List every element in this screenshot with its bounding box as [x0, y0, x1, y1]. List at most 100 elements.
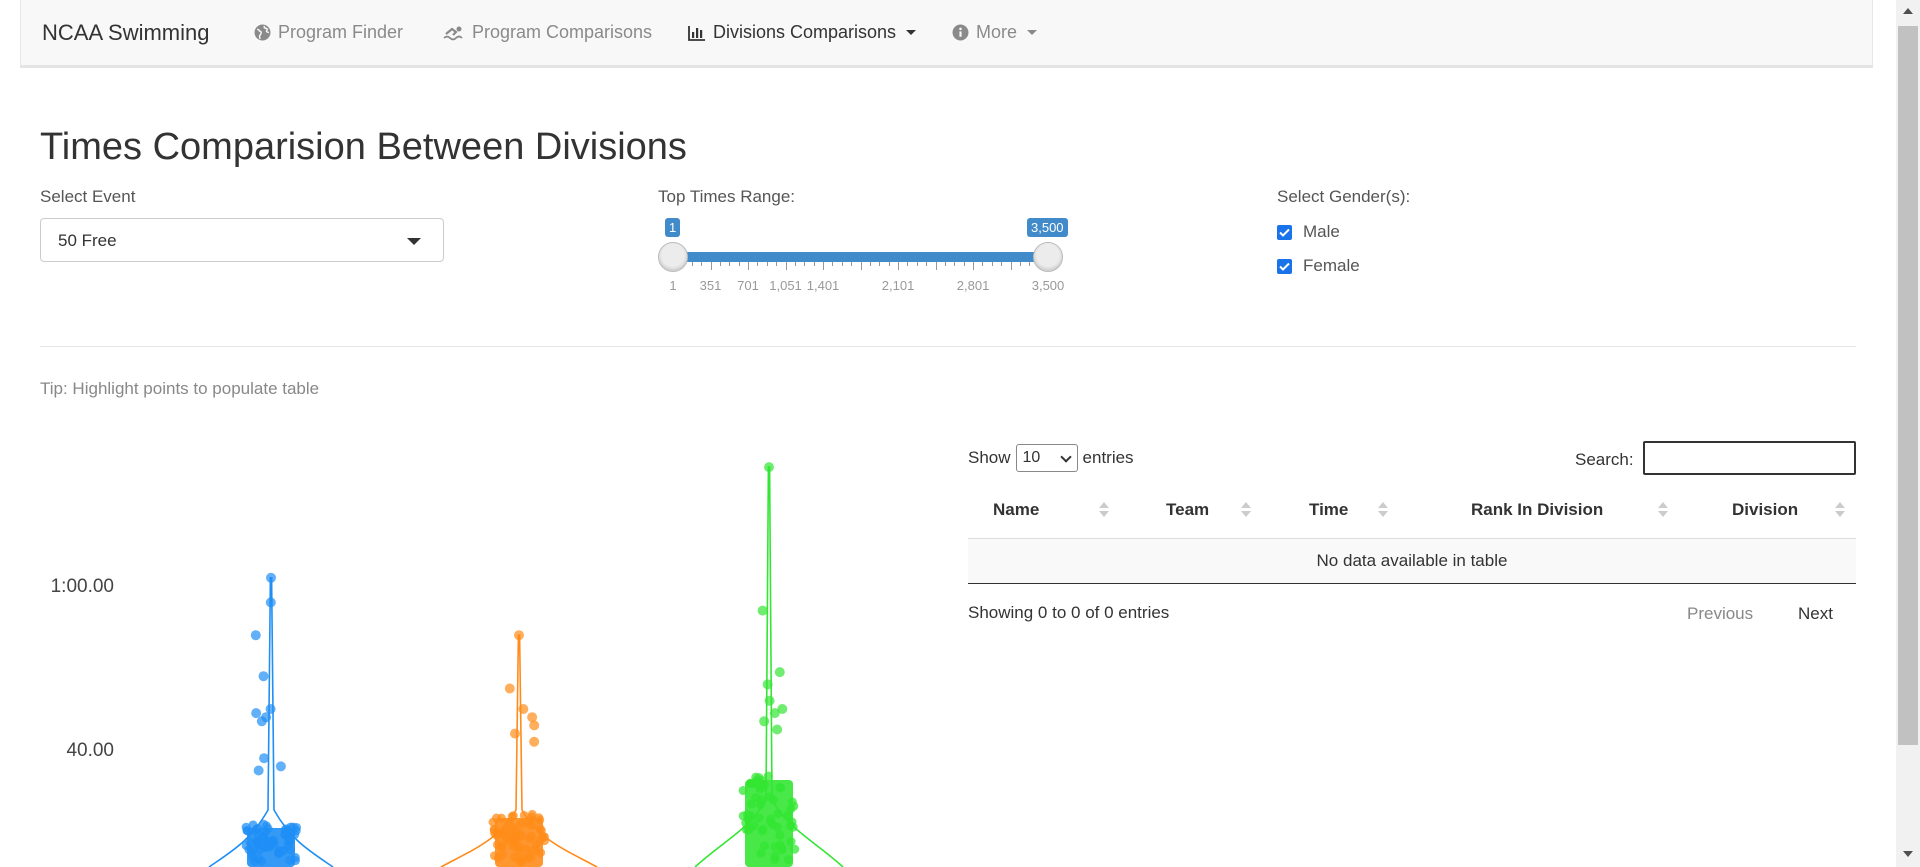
sort-icon[interactable] [1099, 500, 1109, 520]
data-point[interactable] [514, 845, 524, 855]
nav-item-divisions-comparisons[interactable]: Divisions Comparisons [688, 22, 917, 43]
data-point-outlier[interactable] [265, 597, 276, 608]
checkmark-icon[interactable] [1277, 258, 1292, 274]
data-point[interactable] [755, 800, 765, 810]
sort-icon[interactable] [1835, 500, 1845, 520]
data-point[interactable] [526, 852, 536, 862]
column-header-rank-in-division[interactable]: Rank In Division [1471, 500, 1603, 520]
scroll-up-arrow-icon[interactable] [1903, 8, 1913, 14]
data-point[interactable] [766, 814, 776, 824]
data-point[interactable] [241, 822, 251, 832]
data-point[interactable] [765, 792, 775, 802]
data-point[interactable] [525, 833, 535, 843]
data-point[interactable] [264, 842, 274, 852]
data-point[interactable] [508, 811, 518, 821]
data-point-outlier[interactable] [275, 761, 286, 772]
data-point[interactable] [283, 828, 293, 838]
pagination-previous-button[interactable]: Previous [1687, 604, 1753, 624]
checkbox-male[interactable]: Male [1277, 222, 1340, 242]
data-point[interactable] [285, 855, 295, 865]
data-point[interactable] [535, 815, 545, 825]
data-point[interactable] [783, 855, 793, 865]
sort-icon[interactable] [1378, 500, 1388, 520]
data-point-outlier[interactable] [764, 462, 774, 473]
event-select[interactable]: 50 Free [40, 218, 444, 262]
data-point-outlier[interactable] [757, 605, 768, 616]
nav-item-program-comparisons[interactable]: Program Comparisons [443, 22, 652, 43]
data-point-outlier[interactable] [772, 724, 783, 735]
data-point[interactable] [503, 835, 513, 845]
data-point[interactable] [260, 827, 270, 837]
data-point[interactable] [738, 811, 748, 821]
data-point[interactable] [786, 837, 796, 847]
data-point[interactable] [759, 780, 769, 790]
data-point[interactable] [526, 815, 536, 825]
data-point-outlier[interactable] [256, 716, 267, 727]
data-point-outlier[interactable] [529, 720, 540, 731]
data-point[interactable] [490, 828, 500, 838]
scrollbar-thumb[interactable] [1898, 26, 1918, 745]
data-point-outlier[interactable] [759, 716, 770, 727]
top-times-range-slider[interactable]: 1 3,500 1 351 701 1,051 1,401 2,101 2,801 3,500 [658, 218, 1068, 298]
data-point-outlier[interactable] [504, 683, 515, 694]
data-point[interactable] [259, 819, 269, 829]
nav-item-program-finder[interactable]: Program Finder [254, 22, 403, 43]
data-point[interactable] [775, 830, 785, 840]
chart-svg[interactable]: 1:00.00 40.00 [40, 440, 940, 867]
data-point[interactable] [490, 851, 500, 861]
data-point[interactable] [772, 822, 782, 832]
checkbox-female[interactable]: Female [1277, 256, 1360, 276]
sort-icon[interactable] [1241, 500, 1251, 520]
data-point[interactable] [756, 848, 766, 858]
navbar-brand[interactable]: NCAA Swimming [42, 20, 209, 46]
data-point[interactable] [745, 823, 755, 833]
data-point[interactable] [754, 813, 764, 823]
data-point-outlier[interactable] [258, 671, 269, 682]
data-point[interactable] [787, 797, 797, 807]
data-point[interactable] [773, 809, 783, 819]
data-point[interactable] [518, 853, 528, 863]
table-length-select[interactable]: 10 [1015, 444, 1078, 472]
divisions-violin-chart[interactable]: 1:00.00 40.00 [40, 440, 940, 867]
data-point[interactable] [763, 771, 773, 781]
nav-item-more[interactable]: More [952, 22, 1038, 43]
data-point[interactable] [787, 817, 797, 827]
data-point[interactable] [751, 793, 761, 803]
checkmark-icon[interactable] [1277, 224, 1292, 240]
data-point[interactable] [500, 826, 510, 836]
data-point-outlier[interactable] [762, 679, 773, 690]
data-point-outlier[interactable] [259, 753, 270, 764]
data-point[interactable] [535, 824, 545, 834]
vertical-scrollbar[interactable] [1896, 0, 1920, 867]
data-point[interactable] [770, 855, 780, 865]
data-point[interactable] [283, 840, 293, 850]
table-search-input[interactable] [1643, 441, 1856, 475]
data-point-outlier[interactable] [769, 708, 780, 719]
data-point[interactable] [496, 813, 506, 823]
column-header-name[interactable]: Name [993, 500, 1039, 520]
data-point-outlier[interactable] [250, 630, 261, 641]
data-point-outlier[interactable] [514, 630, 524, 641]
data-point-outlier[interactable] [764, 695, 775, 706]
data-point[interactable] [292, 822, 302, 832]
data-point-outlier[interactable] [509, 728, 520, 739]
column-header-team[interactable]: Team [1166, 500, 1209, 520]
slider-min-handle[interactable] [658, 242, 688, 272]
column-header-division[interactable]: Division [1732, 500, 1798, 520]
data-point-outlier[interactable] [253, 765, 264, 776]
data-point[interactable] [738, 786, 748, 796]
data-point[interactable] [241, 841, 251, 851]
data-point[interactable] [757, 826, 767, 836]
pagination-next-button[interactable]: Next [1798, 604, 1833, 624]
data-point-outlier[interactable] [774, 667, 785, 678]
data-point[interactable] [517, 831, 527, 841]
data-point[interactable] [276, 847, 286, 857]
data-point-outlier[interactable] [518, 704, 529, 714]
data-point[interactable] [540, 832, 550, 842]
data-point[interactable] [775, 782, 785, 792]
data-point[interactable] [790, 844, 800, 854]
slider-max-handle[interactable] [1033, 242, 1063, 272]
column-header-time[interactable]: Time [1309, 500, 1348, 520]
scroll-down-arrow-icon[interactable] [1903, 851, 1913, 857]
data-point[interactable] [745, 778, 755, 788]
